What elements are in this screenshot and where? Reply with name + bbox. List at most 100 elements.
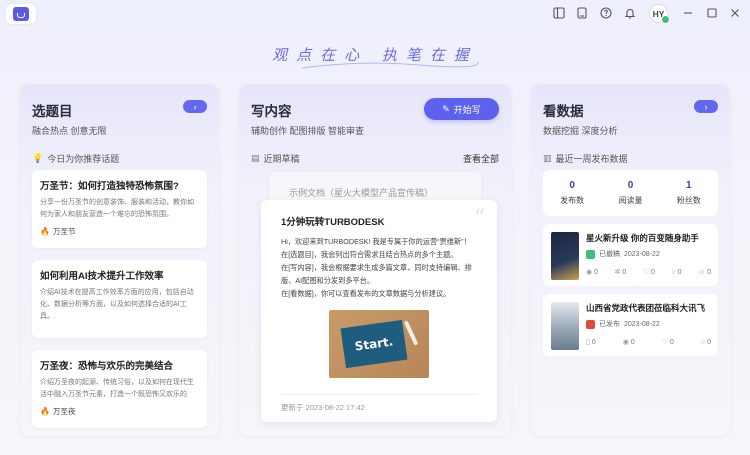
article-title: 星火新升级 你的百变随身助手 [586, 233, 699, 243]
write-subtitle: 辅助创作 配图排版 智能审查 [251, 126, 365, 136]
view-all-link[interactable]: 查看全部 [463, 152, 499, 165]
draft-body-line: 在[看数据]，你可以查看发布的文章数据与分析建议。 [281, 289, 451, 298]
thumb-up-icon: ♡ [642, 269, 649, 276]
article-stats: ◉ 0 ✲ 0 ♡ 0 ○ 0 ☺ 0 [586, 268, 711, 277]
data-more-button[interactable]: › [694, 100, 718, 113]
data-section-label: ▥ 最近一周发布数据 [543, 152, 628, 165]
start-writing-button[interactable]: ✎ 开始写 [424, 98, 499, 120]
comment-icon: ○ [700, 338, 706, 346]
like-count: ♡ 0 [661, 338, 674, 347]
stat-published[interactable]: 0 发布数 [560, 180, 584, 206]
article-date: 2023-08-22 [624, 320, 660, 328]
lightbulb-icon: 💡 [32, 153, 44, 163]
draft-body-line: 在[写内容]，我会根据要求生成多篇文章，同时支持编辑、排版、AI配图和分发到多平… [281, 263, 472, 285]
draft-body-line: 在[选题目]，我会列出符合需求且结合热点的多个主题。 [281, 250, 458, 259]
view-count: ◉ 0 [622, 338, 635, 347]
topic-tag-text: 万圣节 [52, 227, 76, 236]
drafts-section-text: 近期草稿 [263, 154, 300, 164]
stat-reads[interactable]: 0 阅读量 [618, 180, 642, 206]
book-icon: ▯ [586, 339, 590, 346]
topics-section-text: 今日为你推荐话题 [47, 154, 120, 164]
topic-item[interactable]: 万圣夜：恐怖与欢乐的完美结合 介绍万圣夜的起源、传统习俗，以及如何在现代生活中融… [32, 350, 207, 428]
draft-title: 1分钟玩转TURBODESK [281, 217, 385, 228]
topics-card: 选题目 › 融合热点 创意无限 💡 今日为你推荐话题 万圣节：如何打造独特恐怖氛… [20, 84, 219, 436]
maximize-icon[interactable] [704, 5, 720, 21]
data-card: 看数据 › 数据挖掘 深度分析 ▥ 最近一周发布数据 0 发布数 0 阅读量 1… [531, 84, 730, 436]
write-card: 写内容 ✎ 开始写 辅助创作 配图排版 智能审查 ▤ 近期草稿 查看全部 示例文… [239, 84, 511, 436]
topic-item[interactable]: 如何利用AI技术提升工作效率 介绍AI技术在提高工作效率方面的应用，包括自动化、… [32, 260, 207, 338]
draft-back-title: 示例文档（星火大模型产品宣传稿） [289, 188, 434, 198]
draft-body: Hi，欢迎来到TURBODESK! 我是专属于你的运营“贾维斯”！ 在[选题目]… [281, 235, 486, 300]
eye-icon: ◉ [586, 269, 593, 276]
article-meta: 已撤稿 2023-08-22 [586, 249, 660, 259]
avatar[interactable]: HY [649, 4, 670, 24]
topic-tag: 🔥 万圣节 [40, 226, 199, 237]
comment-icon: ○ [671, 268, 676, 276]
minimize-icon[interactable] [680, 5, 696, 21]
article-item[interactable]: 星火新升级 你的百变随身助手 已撤稿 2023-08-22 ◉ 0 ✲ 0 ♡ 0 ○… [543, 224, 718, 286]
pen-graphic [403, 320, 419, 346]
topic-title: 如何利用AI技术提升工作效率 [40, 271, 164, 282]
topic-desc: 介绍万圣夜的起源、传统习俗，以及如何在现代生活中融入万圣节元素，打造一个既恐怖又… [40, 379, 194, 398]
topic-title: 万圣夜：恐怖与欢乐的完美结合 [40, 361, 174, 372]
article-thumbnail [551, 232, 579, 280]
topic-desc: 介绍AI技术在提高工作效率方面的应用，包括自动化、数据分析等方面，以及如何选择合… [40, 289, 194, 320]
fav-count: ☺ 0 [697, 268, 711, 276]
data-section-text: 最近一周发布数据 [555, 154, 628, 164]
stat-value: 1 [686, 180, 692, 191]
write-title: 写内容 [251, 104, 292, 119]
comment-count: ○ 0 [700, 338, 711, 346]
publisher-icon [586, 319, 595, 329]
view-count: ◉ 0 [586, 268, 599, 277]
chevron-right-icon: › [193, 101, 197, 112]
eye-icon: ◉ [622, 339, 629, 346]
home-icon [13, 7, 29, 21]
topic-item[interactable]: 万圣节：如何打造独特恐怖氛围? 分享一份万圣节的创意装饰、服装和活动，教你如何为… [32, 170, 207, 248]
share-count: ✲ 0 [614, 268, 627, 277]
wechat-icon [586, 249, 595, 259]
article-item[interactable]: 山西省党政代表团莅临科大讯飞 已发布 2023-08-22 ▯ 0 ◉ 0 ♡ 0 ○… [543, 294, 718, 356]
read-count: ▯ 0 [586, 338, 596, 347]
help-icon[interactable] [598, 5, 614, 21]
draft-updated: 更新于 2023-08-22 17:42 [281, 403, 365, 412]
topics-title: 选题目 [32, 104, 73, 119]
topics-more-button[interactable]: › [183, 100, 207, 113]
comment-count: ○ 0 [671, 268, 682, 276]
bell-icon[interactable] [622, 5, 638, 21]
smile-icon: ☺ [697, 268, 706, 276]
stat-label: 发布数 [560, 196, 585, 205]
article-meta: 已发布 2023-08-22 [586, 319, 660, 329]
start-image: Start. [329, 310, 429, 378]
article-date: 2023-08-22 [624, 250, 660, 258]
stat-followers[interactable]: 1 粉丝数 [677, 180, 701, 206]
sidebar-icon[interactable] [551, 5, 567, 21]
article-thumbnail [551, 302, 579, 350]
slogan-swoosh-decoration [301, 61, 479, 69]
flame-icon: 🔥 [40, 227, 50, 236]
draft-card-front[interactable]: “ 1分钟玩转TURBODESK Hi，欢迎来到TURBODESK! 我是专属于… [261, 200, 497, 422]
stat-label: 粉丝数 [676, 196, 701, 205]
draft-divider [281, 394, 477, 395]
thumb-up-icon: ♡ [661, 339, 668, 346]
title-bar: HY [0, 0, 750, 26]
start-board: Start. [340, 319, 408, 369]
topics-subtitle: 融合热点 创意无限 [32, 126, 107, 136]
article-stats: ▯ 0 ◉ 0 ♡ 0 ○ 0 [586, 338, 711, 347]
tablet-icon[interactable] [574, 5, 590, 21]
data-subtitle: 数据挖掘 深度分析 [543, 126, 618, 136]
article-source: 已撤稿 [599, 251, 620, 258]
data-title: 看数据 [543, 104, 584, 119]
article-source: 已发布 [599, 321, 620, 328]
stat-value: 0 [569, 180, 575, 191]
drafts-section-label: ▤ 近期草稿 [251, 152, 300, 165]
document-icon: ▤ [251, 153, 260, 163]
home-button[interactable] [6, 4, 36, 24]
start-writing-label: 开始写 [453, 104, 481, 115]
like-count: ♡ 0 [642, 268, 655, 277]
stat-value: 0 [627, 180, 634, 191]
chevron-right-icon: › [704, 101, 708, 112]
close-icon[interactable] [727, 5, 743, 21]
topic-tag-text: 万圣夜 [52, 407, 76, 416]
pencil-icon: ✎ [442, 103, 450, 114]
flame-icon: 🔥 [40, 407, 50, 416]
